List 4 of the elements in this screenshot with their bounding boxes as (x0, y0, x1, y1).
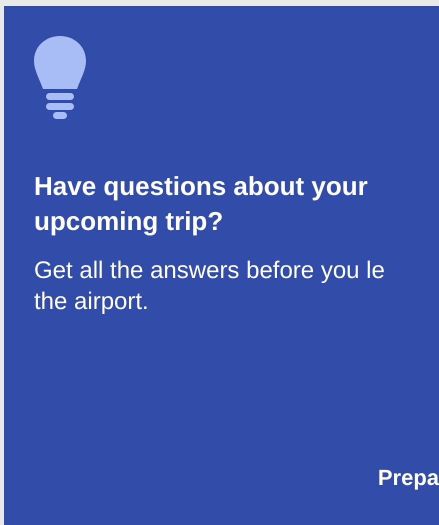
card-text: Get all the answers before you le the airport. (34, 256, 386, 317)
lightbulb-icon (34, 36, 86, 119)
card-title: Have questions about your upcoming trip? (34, 170, 369, 238)
prepare-link[interactable]: Prepa (378, 465, 439, 491)
